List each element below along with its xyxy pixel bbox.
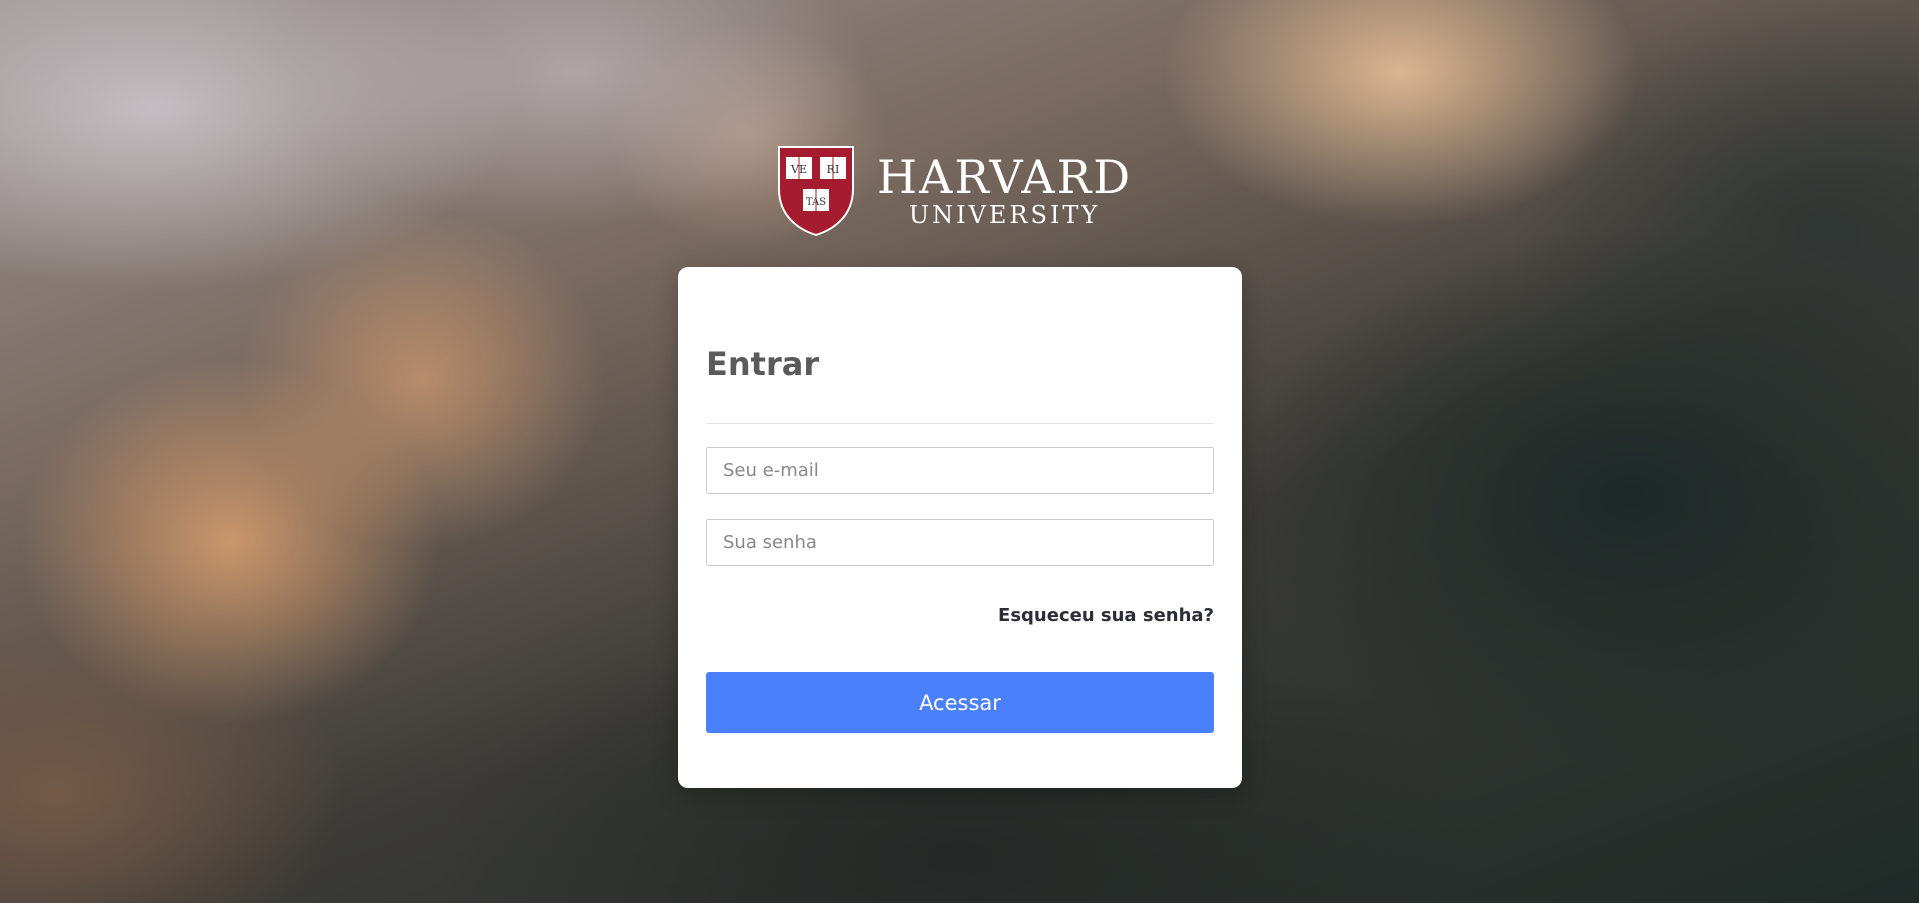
svg-text:RI: RI <box>827 163 840 176</box>
password-field[interactable] <box>706 519 1214 566</box>
login-form: Entrar Esqueceu sua senha? Acessar <box>706 267 1214 788</box>
svg-text:TAS: TAS <box>806 197 826 208</box>
harvard-shield-icon: VE RI TAS <box>778 146 854 237</box>
harvard-logo: VE RI TAS HARVARD UNIVERSITY <box>777 145 1132 237</box>
svg-text:VE: VE <box>790 163 807 176</box>
brand-name: HARVARD <box>877 150 1133 204</box>
login-page: VE RI TAS HARVARD UNIVERSITY Entrar Esqu… <box>0 0 1919 903</box>
forgot-password-link[interactable]: Esqueceu sua senha? <box>998 605 1214 626</box>
title-divider <box>706 423 1214 424</box>
login-card: Entrar Esqueceu sua senha? Acessar <box>678 267 1242 788</box>
email-field[interactable] <box>706 447 1214 494</box>
harvard-wordmark: HARVARD UNIVERSITY <box>877 153 1132 229</box>
brand-subtitle: UNIVERSITY <box>908 201 1101 229</box>
login-title: Entrar <box>706 345 820 383</box>
submit-button[interactable]: Acessar <box>706 672 1214 733</box>
